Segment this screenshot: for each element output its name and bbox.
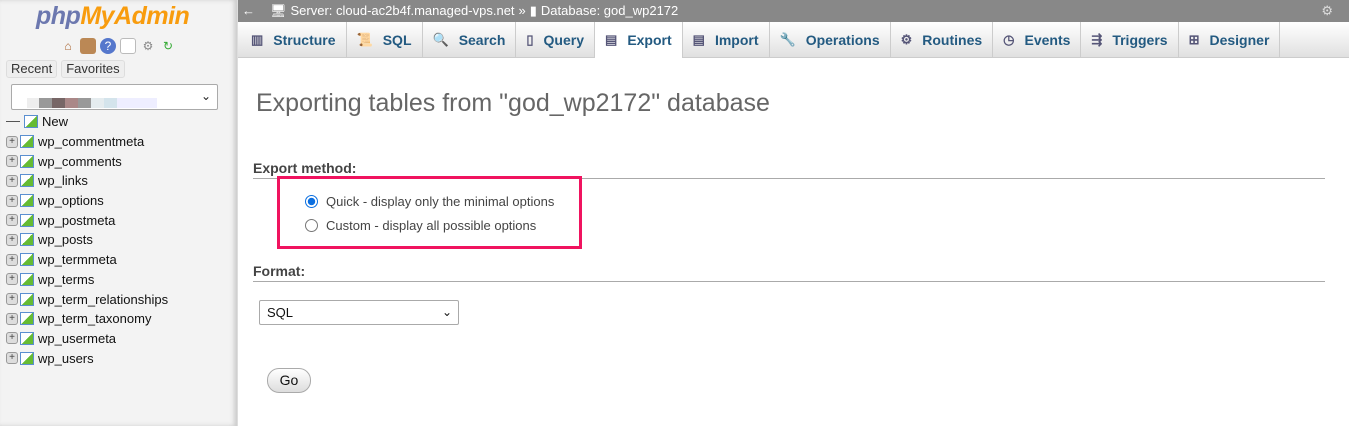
- expand-icon[interactable]: +: [6, 312, 18, 325]
- table-icon: [20, 135, 34, 149]
- table-icon: [20, 194, 34, 208]
- expand-icon[interactable]: +: [6, 135, 18, 148]
- routines-icon: ⚙: [900, 31, 913, 47]
- breadcrumb-bar: ← 🖥 Server: cloud-ac2b4f.managed-vps.net…: [238, 0, 1349, 22]
- radio-button[interactable]: [305, 219, 318, 232]
- settings-icon[interactable]: ⚙: [140, 38, 156, 54]
- table-tree: New + wp_commentmeta + wp_comments + wp_links…: [6, 112, 168, 368]
- go-button[interactable]: Go: [267, 368, 311, 393]
- chevron-down-icon: ⌄: [200, 89, 211, 103]
- tab-triggers[interactable]: ⇶ Triggers: [1081, 22, 1179, 57]
- expand-icon[interactable]: +: [6, 352, 18, 365]
- home-icon[interactable]: ⌂: [60, 38, 76, 54]
- tab-search[interactable]: 🔍 Search: [423, 22, 517, 57]
- search-icon: 🔍: [432, 31, 449, 47]
- table-item[interactable]: + wp_options: [6, 191, 168, 211]
- sql-icon: 📜: [356, 31, 373, 47]
- tab-sql[interactable]: 📜 SQL: [347, 22, 423, 57]
- table-icon: [20, 174, 34, 188]
- designer-icon: ⊞: [1188, 31, 1200, 47]
- import-icon: ▤: [692, 31, 705, 47]
- breadcrumb: 🖥 Server: cloud-ac2b4f.managed-vps.net »…: [270, 0, 678, 22]
- recent-button[interactable]: Recent: [6, 60, 58, 78]
- events-icon: ◷: [1003, 31, 1015, 47]
- table-item[interactable]: + wp_commentmeta: [6, 132, 168, 152]
- quick-radio[interactable]: Quick - display only the minimal options: [305, 194, 554, 209]
- chevron-down-icon: ⌄: [441, 305, 452, 319]
- highlight-box: [277, 176, 582, 249]
- page-title: Exporting tables from "god_wp2172" datab…: [256, 89, 770, 117]
- table-icon: [20, 331, 34, 345]
- gear-icon[interactable]: ⚙: [1321, 0, 1333, 22]
- table-icon: [20, 272, 34, 286]
- breadcrumb-database[interactable]: Database: god_wp2172: [541, 0, 678, 22]
- table-item[interactable]: + wp_posts: [6, 230, 168, 250]
- format-select[interactable]: SQL ⌄: [259, 300, 459, 325]
- table-icon: [20, 292, 34, 306]
- tab-bar: ▥ Structure 📜 SQL 🔍 Search ▯ Query ▤ Export ▤ Impor…: [238, 22, 1349, 58]
- format-heading: Format:: [253, 263, 1325, 282]
- triggers-icon: ⇶: [1091, 31, 1103, 47]
- database-select[interactable]: ⌄: [11, 84, 218, 110]
- table-icon: [20, 312, 34, 326]
- operations-icon: 🔧: [779, 31, 796, 47]
- table-item[interactable]: + wp_links: [6, 171, 168, 191]
- tab-routines[interactable]: ⚙ Routines: [891, 22, 994, 57]
- new-table-icon: [24, 115, 38, 129]
- breadcrumb-separator: »: [518, 3, 526, 18]
- table-item[interactable]: + wp_comments: [6, 151, 168, 171]
- expand-icon[interactable]: +: [6, 233, 18, 246]
- expand-icon[interactable]: +: [6, 155, 18, 168]
- phpmyadmin-logo[interactable]: phpMyAdmin: [36, 2, 190, 31]
- table-icon: [20, 253, 34, 267]
- table-icon: [20, 351, 34, 365]
- server-icon: 🖥: [270, 3, 287, 18]
- tab-export[interactable]: ▤ Export: [595, 22, 683, 58]
- table-icon: [20, 233, 34, 247]
- structure-icon: ▥: [251, 31, 264, 47]
- expand-icon[interactable]: +: [6, 174, 18, 187]
- table-item[interactable]: + wp_users: [6, 348, 168, 368]
- expand-icon[interactable]: +: [6, 293, 18, 306]
- tab-designer[interactable]: ⊞ Designer: [1179, 22, 1281, 57]
- tab-events[interactable]: ◷ Events: [993, 22, 1082, 57]
- reload-icon[interactable]: ↻: [160, 38, 176, 54]
- collapse-arrow-icon[interactable]: ←: [242, 0, 255, 22]
- radio-button[interactable]: [305, 195, 318, 208]
- tab-query[interactable]: ▯ Query: [516, 22, 596, 57]
- breadcrumb-server[interactable]: Server: cloud-ac2b4f.managed-vps.net: [291, 0, 515, 22]
- expand-icon[interactable]: +: [6, 332, 18, 345]
- expand-icon[interactable]: +: [6, 273, 18, 286]
- new-table-item[interactable]: New: [6, 112, 168, 132]
- table-item[interactable]: + wp_term_relationships: [6, 289, 168, 309]
- custom-radio[interactable]: Custom - display all possible options: [305, 218, 536, 233]
- expand-icon[interactable]: +: [6, 214, 18, 227]
- export-icon: ▤: [605, 32, 618, 47]
- tab-operations[interactable]: 🔧 Operations: [770, 22, 891, 57]
- tab-import[interactable]: ▤ Import: [683, 22, 770, 57]
- expand-icon[interactable]: +: [6, 253, 18, 266]
- table-item[interactable]: + wp_term_taxonomy: [6, 309, 168, 329]
- table-item[interactable]: + wp_usermeta: [6, 329, 168, 349]
- table-item[interactable]: + wp_termmeta: [6, 250, 168, 270]
- docs-icon[interactable]: [120, 38, 136, 54]
- table-item[interactable]: + wp_postmeta: [6, 210, 168, 230]
- query-icon: ▯: [526, 31, 534, 47]
- help-icon[interactable]: ?: [100, 38, 116, 54]
- favorites-button[interactable]: Favorites: [61, 60, 125, 78]
- table-icon: [20, 213, 34, 227]
- database-icon: ▮: [529, 3, 537, 18]
- table-item[interactable]: + wp_terms: [6, 270, 168, 290]
- expand-icon[interactable]: +: [6, 194, 18, 207]
- table-icon: [20, 154, 34, 168]
- tab-structure[interactable]: ▥ Structure: [241, 22, 347, 57]
- logout-icon[interactable]: [80, 38, 96, 54]
- navigation-sidebar: phpMyAdmin ⌂ ? ⚙ ↻ Recent Favorites ⌄ Ne…: [0, 0, 238, 426]
